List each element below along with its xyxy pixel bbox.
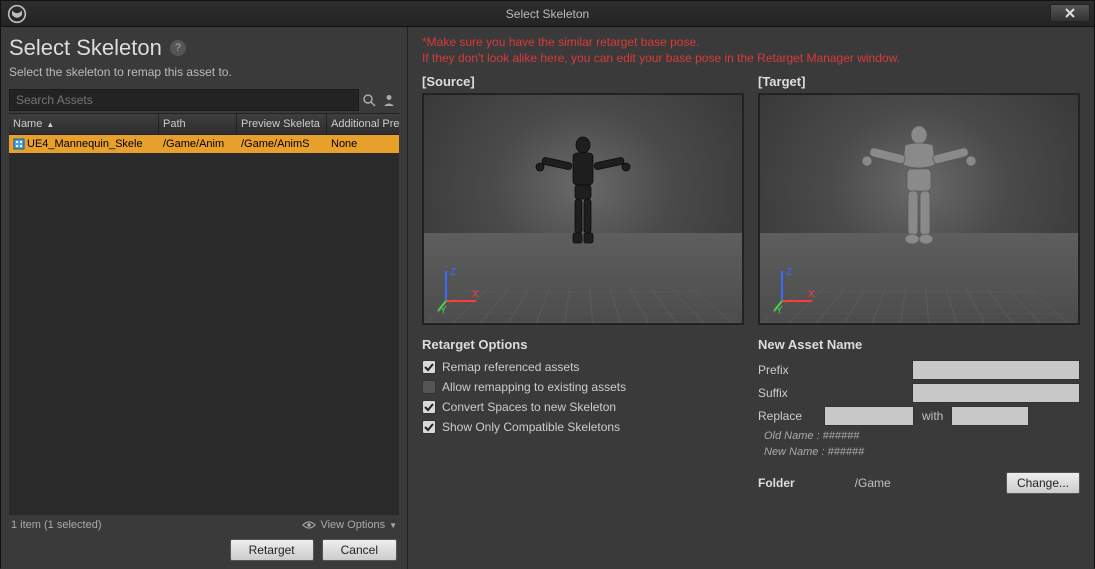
prefix-input[interactable] [912, 360, 1080, 380]
source-mannequin [523, 131, 643, 261]
row-path: /Game/Anim [159, 138, 237, 150]
allow-remapping-checkbox[interactable]: Allow remapping to existing assets [422, 380, 744, 394]
status-row: 1 item (1 selected) View Options ▼ [9, 515, 399, 535]
remap-checkbox[interactable]: Remap referenced assets [422, 360, 744, 374]
left-panel: Select Skeleton ? Select the skeleton to… [1, 27, 408, 569]
row-additional: None [327, 138, 399, 150]
source-viewport[interactable]: Z X Y [422, 93, 744, 325]
titlebar: Select Skeleton [1, 1, 1094, 27]
prefix-row: Prefix [758, 360, 1080, 380]
skeleton-asset-icon [13, 138, 25, 150]
col-additional[interactable]: Additional Prev [327, 114, 399, 134]
row-name: UE4_Mannequin_Skele [27, 138, 143, 150]
row-preview: /Game/AnimS [237, 138, 327, 150]
col-name[interactable]: Name▲ [9, 114, 159, 134]
chevron-down-icon: ▼ [389, 521, 397, 530]
source-label: [Source] [422, 74, 744, 89]
replace-row: Replace with [758, 406, 1080, 426]
close-button[interactable] [1050, 4, 1090, 22]
heading-row: Select Skeleton ? [9, 35, 399, 61]
target-viewport[interactable]: Z X Y [758, 93, 1080, 325]
new-asset-col: New Asset Name Prefix Suffix Replace wit… [758, 337, 1080, 494]
target-mannequin [849, 121, 989, 271]
change-folder-button[interactable]: Change... [1006, 472, 1080, 494]
sort-asc-icon: ▲ [46, 120, 54, 129]
new-asset-title: New Asset Name [758, 337, 1080, 352]
replace-with-input[interactable] [951, 406, 1029, 426]
show-compatible-checkbox[interactable]: Show Only Compatible Skeletons [422, 420, 744, 434]
window-title: Select Skeleton [506, 7, 589, 21]
target-label: [Target] [758, 74, 1080, 89]
preview-row: [Source] [422, 74, 1080, 325]
retarget-options-col: Retarget Options Remap referenced assets… [422, 337, 744, 494]
warning-text: *Make sure you have the similar retarget… [422, 35, 1080, 66]
table-header: Name▲ Path Preview Skeleta Additional Pr… [9, 113, 399, 135]
suffix-input[interactable] [912, 383, 1080, 403]
retarget-options-title: Retarget Options [422, 337, 744, 352]
col-preview[interactable]: Preview Skeleta [237, 114, 327, 134]
view-options[interactable]: View Options ▼ [302, 519, 397, 531]
checkbox-icon [422, 360, 436, 374]
folder-row: Folder /Game Change... [758, 472, 1080, 494]
retarget-button[interactable]: Retarget [230, 539, 314, 561]
user-filter-icon[interactable] [379, 90, 399, 110]
cancel-button[interactable]: Cancel [322, 539, 397, 561]
options-row: Retarget Options Remap referenced assets… [422, 337, 1080, 494]
replace-from-input[interactable] [824, 406, 914, 426]
table-body: UE4_Mannequin_Skele /Game/Anim /Game/Ani… [9, 135, 399, 515]
eye-icon [302, 520, 316, 530]
table-row[interactable]: UE4_Mannequin_Skele /Game/Anim /Game/Ani… [9, 135, 399, 153]
source-column: [Source] [422, 74, 744, 325]
search-icon[interactable] [359, 90, 379, 110]
help-icon[interactable]: ? [170, 40, 186, 56]
close-icon [1064, 7, 1076, 19]
suffix-row: Suffix [758, 383, 1080, 403]
button-row: Retarget Cancel [9, 535, 399, 561]
checkbox-icon [422, 380, 436, 394]
old-name-label: Old Name : ###### [758, 430, 1080, 442]
search-row [9, 89, 399, 111]
heading: Select Skeleton [9, 35, 162, 61]
content: Select Skeleton ? Select the skeleton to… [1, 27, 1094, 569]
checkbox-icon [422, 400, 436, 414]
select-skeleton-dialog: Select Skeleton Select Skeleton ? Select… [0, 0, 1095, 568]
checkbox-icon [422, 420, 436, 434]
right-panel: *Make sure you have the similar retarget… [408, 27, 1094, 569]
folder-value: /Game [855, 476, 1006, 490]
unreal-logo-icon [7, 4, 27, 24]
col-path[interactable]: Path [159, 114, 237, 134]
item-count: 1 item (1 selected) [11, 519, 101, 531]
search-input[interactable] [9, 89, 359, 111]
convert-spaces-checkbox[interactable]: Convert Spaces to new Skeleton [422, 400, 744, 414]
new-name-label: New Name : ###### [758, 446, 1080, 458]
subheading: Select the skeleton to remap this asset … [9, 65, 399, 79]
target-column: [Target] [758, 74, 1080, 325]
